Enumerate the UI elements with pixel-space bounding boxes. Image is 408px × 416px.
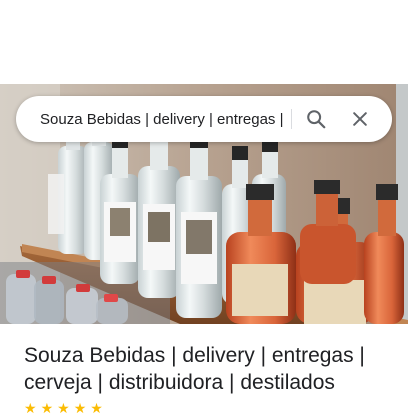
star-icon: ★ [90,400,103,416]
place-header: Souza Bebidas | delivery | entregas | ce… [0,324,408,408]
star-icon: ★ [57,400,70,416]
search-input[interactable] [40,110,287,128]
top-blank-area [0,0,408,84]
search-bar[interactable] [16,96,392,142]
search-button[interactable] [298,101,334,137]
star-icon: ★ [24,400,37,416]
close-icon [353,112,367,126]
star-icon: ★ [40,400,54,416]
place-title: Souza Bebidas | delivery | entregas | ce… [24,344,365,394]
search-icon [307,110,326,129]
star-icon: ★ [73,400,87,416]
search-divider [291,109,292,129]
clear-search-button[interactable] [342,101,378,137]
rating-stars[interactable]: ★ ★ ★ ★ ★ [24,401,103,415]
